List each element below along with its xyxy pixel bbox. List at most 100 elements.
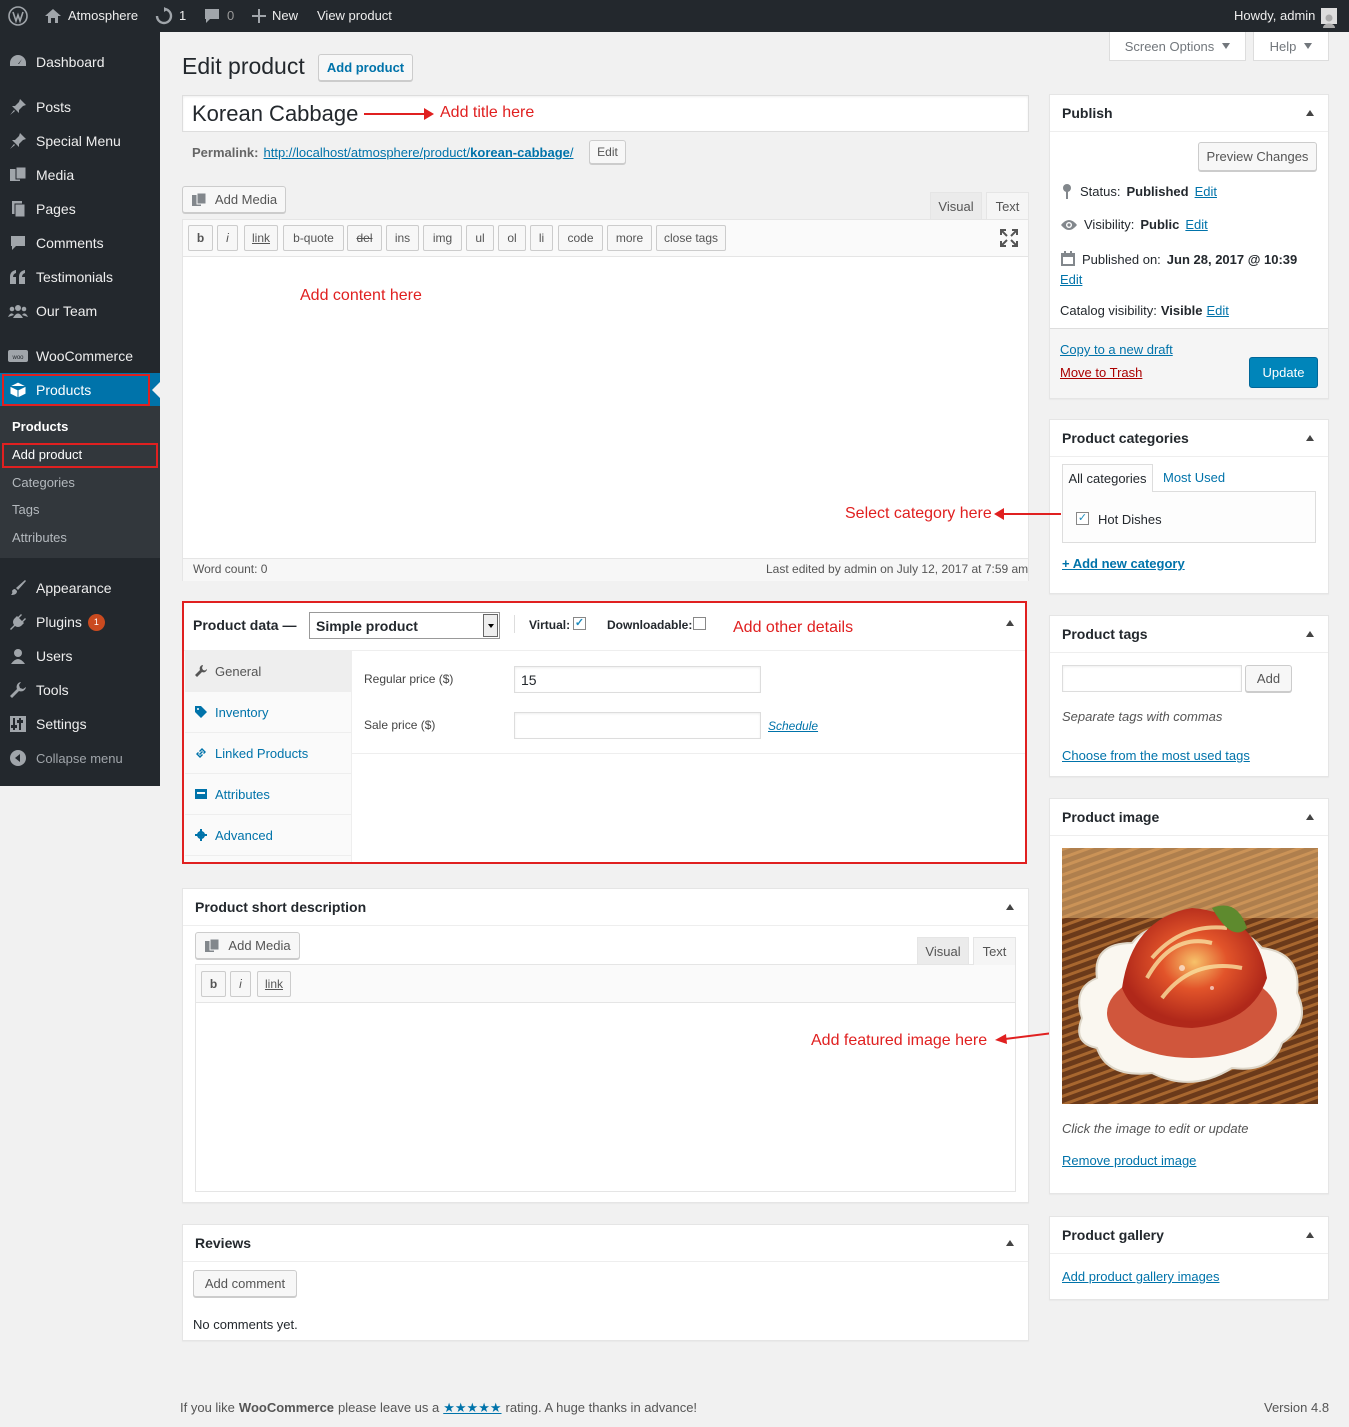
new-content-link[interactable]: New xyxy=(252,0,298,32)
qt-italic-button[interactable]: i xyxy=(217,225,238,251)
wordpress-logo-icon[interactable] xyxy=(8,0,28,32)
remove-product-image-link[interactable]: Remove product image xyxy=(1062,1153,1196,1168)
qt-ol-button[interactable]: ol xyxy=(498,225,526,251)
submenu-tags[interactable]: Tags xyxy=(12,502,39,517)
qt-li-button[interactable]: li xyxy=(530,225,553,251)
screen-options-button[interactable]: Screen Options xyxy=(1109,32,1246,61)
update-button[interactable]: Update xyxy=(1249,357,1318,388)
short-desc-tab-visual[interactable]: Visual xyxy=(917,937,969,965)
tags-input[interactable] xyxy=(1062,665,1242,692)
menu-dashboard[interactable]: Dashboard xyxy=(0,45,160,79)
qt-bquote-button[interactable]: b-quote xyxy=(283,225,344,251)
pd-tab-linked-products[interactable]: Linked Products xyxy=(185,733,351,774)
submenu-attributes[interactable]: Attributes xyxy=(12,530,67,545)
menu-our-team[interactable]: Our Team xyxy=(0,294,160,328)
qt-bold-button[interactable]: b xyxy=(188,225,213,251)
catalog-edit-link[interactable]: Edit xyxy=(1207,303,1229,318)
qt-code-button[interactable]: code xyxy=(558,225,603,251)
qt-ul-button[interactable]: ul xyxy=(466,225,494,251)
visibility-edit-link[interactable]: Edit xyxy=(1185,217,1207,232)
menu-posts[interactable]: Posts xyxy=(0,90,160,124)
qt-close-tags-button[interactable]: close tags xyxy=(656,225,726,251)
comments-link[interactable]: 0 xyxy=(203,0,234,32)
menu-media-label: Media xyxy=(36,167,75,183)
add-gallery-images-link[interactable]: Add product gallery images xyxy=(1062,1269,1220,1284)
qt-more-button[interactable]: more xyxy=(607,225,652,251)
add-media-button[interactable]: Add Media xyxy=(182,186,286,213)
submenu-products[interactable]: Products xyxy=(12,419,68,434)
menu-settings[interactable]: Settings xyxy=(0,707,160,741)
product-type-select[interactable]: Simple product xyxy=(309,612,500,639)
short-desc-toggle-icon[interactable] xyxy=(1006,904,1014,910)
publish-toggle-icon[interactable] xyxy=(1306,110,1314,116)
short-desc-qt-bold[interactable]: b xyxy=(201,971,226,997)
pd-tab-advanced[interactable]: Advanced xyxy=(185,815,351,856)
menu-comments[interactable]: Comments xyxy=(0,226,160,260)
categories-toggle-icon[interactable] xyxy=(1306,435,1314,441)
tab-all-categories[interactable]: All categories xyxy=(1062,464,1153,492)
regular-price-input[interactable]: 15 xyxy=(514,666,761,693)
menu-special-menu[interactable]: Special Menu xyxy=(0,124,160,158)
short-desc-add-media-button[interactable]: Add Media xyxy=(195,932,300,959)
admin-menu: Dashboard Posts Special Menu Media Pages… xyxy=(0,32,160,786)
pd-tab-attributes[interactable]: Attributes xyxy=(185,774,351,815)
product-image-toggle-icon[interactable] xyxy=(1306,814,1314,820)
tab-text[interactable]: Text xyxy=(986,192,1029,220)
menu-pages[interactable]: Pages xyxy=(0,192,160,226)
pd-tab-inventory[interactable]: Inventory xyxy=(185,692,351,733)
product-image-thumbnail[interactable] xyxy=(1062,848,1318,1104)
my-account[interactable]: Howdy, admin xyxy=(1234,0,1338,32)
tab-visual[interactable]: Visual xyxy=(930,192,982,220)
menu-testimonials[interactable]: Testimonials xyxy=(0,260,160,294)
add-tag-button[interactable]: Add xyxy=(1245,665,1292,692)
virtual-checkbox[interactable]: ✓ xyxy=(573,617,586,630)
qt-link-button[interactable]: link xyxy=(244,225,278,251)
published-edit-link[interactable]: Edit xyxy=(1060,272,1082,287)
tab-most-used[interactable]: Most Used xyxy=(1163,470,1225,485)
add-new-category-link[interactable]: + Add new category xyxy=(1062,556,1185,571)
site-name-link[interactable]: Atmosphere xyxy=(44,0,138,32)
status-edit-link[interactable]: Edit xyxy=(1195,184,1217,199)
collapse-menu-button[interactable]: Collapse menu xyxy=(0,741,160,775)
menu-media[interactable]: Media xyxy=(0,158,160,192)
short-desc-tab-text[interactable]: Text xyxy=(973,937,1016,965)
preview-changes-button[interactable]: Preview Changes xyxy=(1198,142,1317,171)
product-title-input[interactable]: Korean Cabbage xyxy=(182,95,1029,132)
virtual-option: Virtual: ✓ xyxy=(529,617,586,632)
footer-stars-link[interactable]: ★★★★★ xyxy=(443,1400,501,1416)
site-name: Atmosphere xyxy=(68,8,139,23)
menu-users[interactable]: Users xyxy=(0,639,160,673)
qt-del-button[interactable]: del xyxy=(347,225,382,251)
qt-ins-button[interactable]: ins xyxy=(386,225,419,251)
updates-link[interactable]: 1 xyxy=(155,0,186,32)
tags-toggle-icon[interactable] xyxy=(1306,631,1314,637)
short-desc-qt-italic[interactable]: i xyxy=(230,971,251,997)
pd-tab-general[interactable]: General xyxy=(185,651,351,692)
help-button[interactable]: Help xyxy=(1253,32,1329,61)
category-checkbox-hot-dishes[interactable]: ✓ xyxy=(1076,512,1089,525)
view-product-link[interactable]: View product xyxy=(317,0,392,32)
add-product-button[interactable]: Add product xyxy=(318,54,413,81)
menu-tools[interactable]: Tools xyxy=(0,673,160,707)
permalink-link[interactable]: http://localhost/atmosphere/product/kore… xyxy=(263,145,573,160)
add-comment-button[interactable]: Add comment xyxy=(193,1270,297,1297)
fullscreen-icon[interactable] xyxy=(1000,229,1018,250)
sale-price-input[interactable] xyxy=(514,712,761,739)
menu-appearance[interactable]: Appearance xyxy=(0,571,160,605)
product-data-toggle-icon[interactable] xyxy=(1006,620,1014,626)
reviews-toggle-icon[interactable] xyxy=(1006,1240,1014,1246)
gallery-toggle-icon[interactable] xyxy=(1306,1232,1314,1238)
permalink-edit-button[interactable]: Edit xyxy=(589,140,626,164)
submenu-categories[interactable]: Categories xyxy=(12,475,75,490)
choose-most-used-tags-link[interactable]: Choose from the most used tags xyxy=(1062,748,1250,763)
menu-plugins[interactable]: Plugins 1 xyxy=(0,605,160,639)
short-desc-qt-link[interactable]: link xyxy=(257,971,291,997)
add-media-icon xyxy=(205,938,220,952)
move-to-trash-link[interactable]: Move to Trash xyxy=(1060,365,1142,380)
downloadable-checkbox[interactable] xyxy=(693,617,706,630)
qt-img-button[interactable]: img xyxy=(423,225,462,251)
copy-draft-link[interactable]: Copy to a new draft xyxy=(1060,342,1173,357)
schedule-link[interactable]: Schedule xyxy=(768,719,818,733)
menu-woocommerce[interactable]: woo WooCommerce xyxy=(0,339,160,373)
pages-icon xyxy=(0,200,36,218)
